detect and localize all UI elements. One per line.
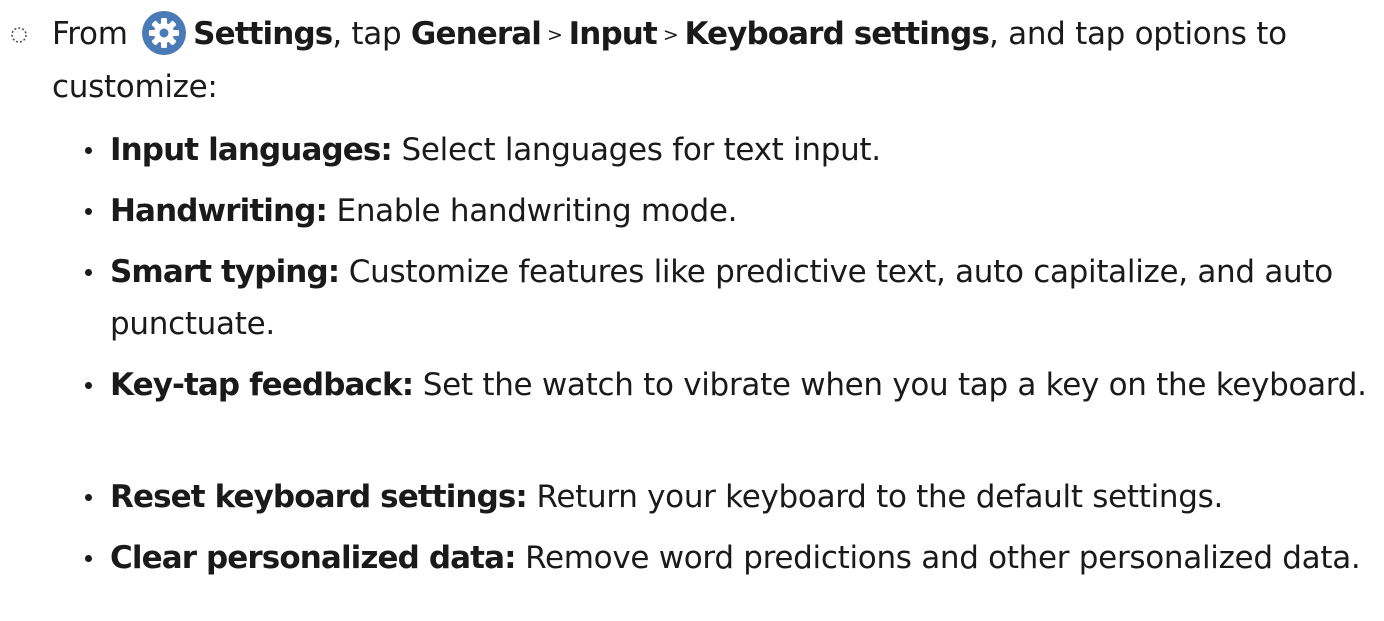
step-after-app: , tap: [332, 16, 402, 52]
step-prefix: From: [52, 16, 128, 52]
bullet: [85, 555, 92, 562]
option-input-languages: Input languages: Select languages for te…: [85, 124, 1372, 176]
bullet: [85, 382, 92, 389]
option-term: Reset keyboard settings:: [110, 479, 528, 515]
step-marker-icon: [11, 27, 27, 43]
gear-icon: [141, 10, 187, 56]
bullet: [85, 269, 92, 276]
step-text: From Settings, tap General > Input > Keyboar…: [52, 8, 1372, 113]
path-separator: >: [547, 24, 563, 46]
option-reset-keyboard-settings: Reset keyboard settings: Return your key…: [85, 471, 1372, 523]
path-general: General: [410, 16, 542, 52]
option-clear-personalized-data: Clear personalized data: Remove word pre…: [85, 532, 1372, 584]
option-term: Handwriting:: [110, 193, 328, 229]
option-term: Clear personalized data:: [110, 540, 516, 576]
path-input: Input: [568, 16, 658, 52]
option-term: Key-tap feedback:: [110, 367, 414, 403]
bullet: [85, 494, 92, 501]
path-separator: >: [662, 24, 679, 46]
option-key-tap-feedback: Key-tap feedback: Set the watch to vibra…: [85, 359, 1372, 411]
option-term: Input languages:: [110, 132, 393, 168]
option-desc: Set the watch to vibrate when you tap a …: [413, 367, 1367, 403]
bullet: [85, 147, 92, 154]
option-desc: Enable handwriting mode.: [326, 193, 738, 229]
option-handwriting: Handwriting: Enable handwriting mode.: [85, 185, 1372, 237]
settings-app-name: Settings: [193, 16, 333, 52]
option-smart-typing: Smart typing: Customize features like pr…: [85, 246, 1372, 350]
option-desc: Return your keyboard to the default sett…: [526, 479, 1224, 515]
option-desc: Select languages for text input.: [391, 132, 881, 168]
option-term: Smart typing:: [110, 254, 340, 290]
bullet: [85, 208, 92, 215]
path-keyboard-settings: Keyboard settings: [684, 16, 990, 52]
option-desc: Remove word predictions and other person…: [515, 540, 1361, 576]
